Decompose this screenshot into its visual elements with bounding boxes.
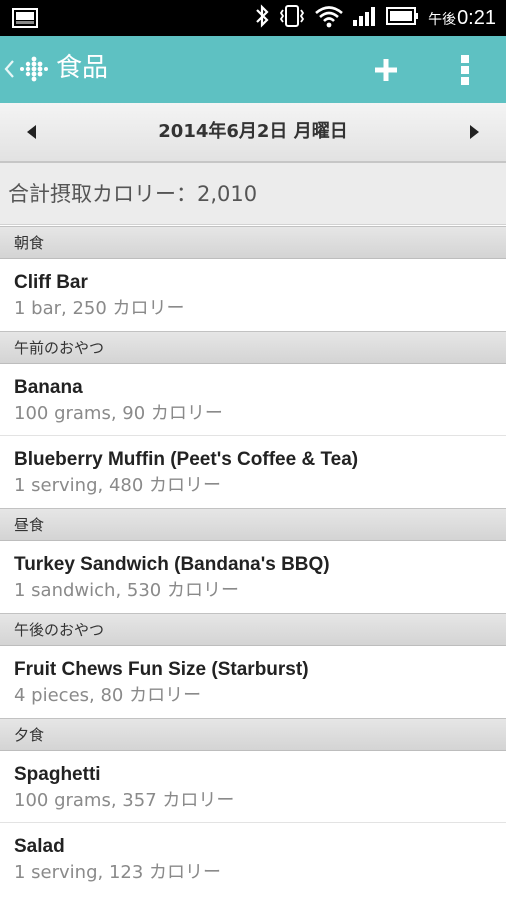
fitbit-logo[interactable] bbox=[18, 52, 48, 86]
current-date: 2014年6月2日 月曜日 bbox=[158, 121, 348, 142]
next-day-arrow-icon[interactable] bbox=[464, 122, 484, 142]
food-name: Salad bbox=[14, 836, 65, 857]
food-item[interactable]: Banana 100 grams, 90 カロリー bbox=[0, 364, 506, 436]
food-item[interactable]: Blueberry Muffin (Peet's Coffee & Tea) 1… bbox=[0, 436, 506, 508]
battery-icon bbox=[386, 6, 420, 30]
image-icon bbox=[12, 8, 38, 28]
food-item[interactable]: Salad 1 serving, 123 カロリー bbox=[0, 823, 506, 895]
food-detail: 1 bar, 250 カロリー bbox=[14, 298, 185, 319]
section-header-morning-snack: 午前のおやつ bbox=[0, 331, 506, 364]
food-name: Cliff Bar bbox=[14, 272, 88, 293]
food-detail: 4 pieces, 80 カロリー bbox=[14, 685, 202, 706]
food-name: Banana bbox=[14, 377, 83, 398]
food-item[interactable]: Turkey Sandwich (Bandana's BBQ) 1 sandwi… bbox=[0, 541, 506, 613]
food-detail: 1 serving, 480 カロリー bbox=[14, 475, 222, 496]
food-item[interactable]: Spaghetti 100 grams, 357 カロリー bbox=[0, 751, 506, 823]
food-name: Turkey Sandwich (Bandana's BBQ) bbox=[14, 554, 330, 575]
vibrate-icon bbox=[278, 4, 306, 32]
status-time: 午後0:21 bbox=[428, 7, 496, 30]
status-ampm: 午後 bbox=[428, 10, 457, 27]
signal-icon bbox=[352, 4, 378, 32]
food-item[interactable]: Cliff Bar 1 bar, 250 カロリー bbox=[0, 259, 506, 331]
previous-day-arrow-icon[interactable] bbox=[22, 122, 42, 142]
action-bar: 食品 bbox=[0, 36, 506, 103]
section-header-lunch: 昼食 bbox=[0, 508, 506, 541]
food-name: Blueberry Muffin (Peet's Coffee & Tea) bbox=[14, 449, 359, 470]
food-item[interactable]: Fruit Chews Fun Size (Starburst) 4 piece… bbox=[0, 646, 506, 718]
food-name: Spaghetti bbox=[14, 764, 101, 785]
section-header-breakfast: 朝食 bbox=[0, 226, 506, 259]
overflow-menu-icon[interactable] bbox=[456, 52, 474, 88]
page-title: 食品 bbox=[56, 53, 109, 83]
food-detail: 1 sandwich, 530 カロリー bbox=[14, 580, 239, 601]
status-bar: 午後0:21 bbox=[0, 0, 506, 36]
meal-list: 朝食 Cliff Bar 1 bar, 250 カロリー 午前のおやつ Bana… bbox=[0, 226, 506, 895]
section-header-afternoon-snack: 午後のおやつ bbox=[0, 613, 506, 646]
back-icon[interactable] bbox=[2, 54, 18, 84]
date-navigation: 2014年6月2日 月曜日 bbox=[0, 103, 506, 163]
bluetooth-icon bbox=[254, 3, 270, 33]
food-detail: 100 grams, 90 カロリー bbox=[14, 403, 223, 424]
food-name: Fruit Chews Fun Size (Starburst) bbox=[14, 659, 309, 680]
food-detail: 1 serving, 123 カロリー bbox=[14, 862, 222, 883]
wifi-icon bbox=[314, 4, 344, 32]
section-header-dinner: 夕食 bbox=[0, 718, 506, 751]
total-calories: 合計摂取カロリー：2,010 bbox=[0, 163, 506, 225]
add-icon[interactable] bbox=[372, 56, 400, 84]
status-clock: 0:21 bbox=[457, 6, 496, 29]
food-detail: 100 grams, 357 カロリー bbox=[14, 790, 235, 811]
